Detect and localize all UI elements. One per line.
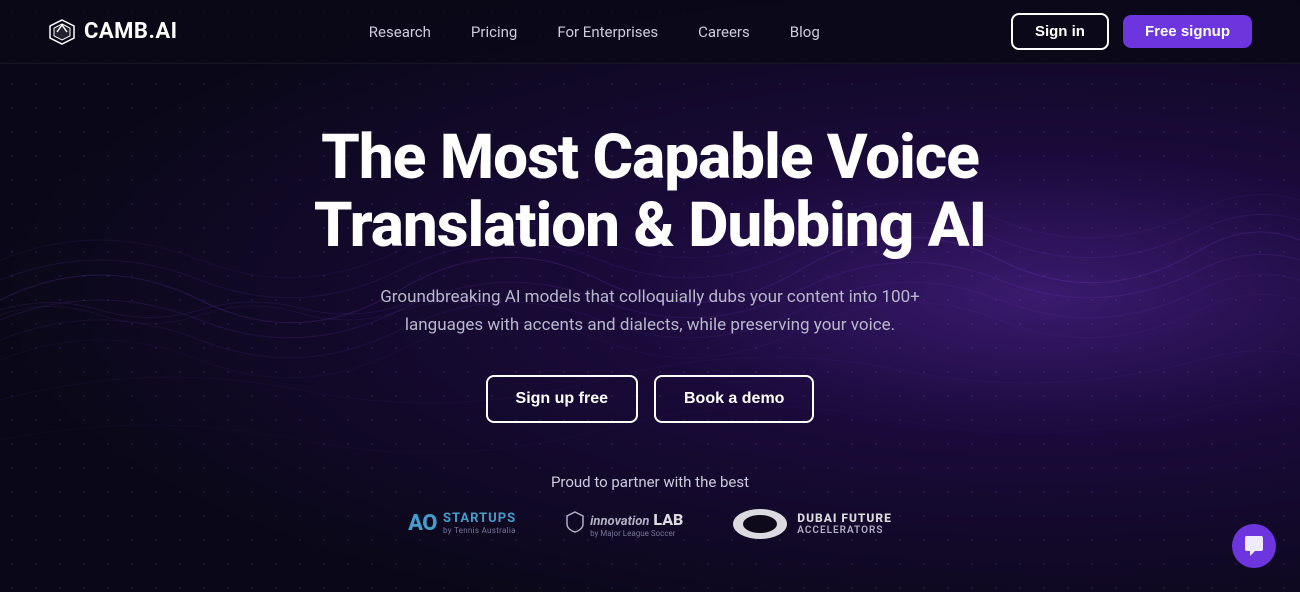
navbar: CAMB.AI Research Pricing For Enterprises… [0,0,1300,64]
chat-widget[interactable] [1232,524,1276,568]
logo[interactable]: CAMB.AI [48,18,178,46]
nav-links: Research Pricing For Enterprises Careers… [369,23,820,41]
innovation-text: innovation LAB by Major League Soccer [590,510,683,538]
innovation-main-text: innovation LAB [590,510,683,529]
ao-startups-logo: AO STARTUPS by Tennis Australia [408,511,516,536]
innovation-sub-text: by Major League Soccer [590,529,683,538]
signin-button[interactable]: Sign in [1011,13,1109,50]
hero-subtitle: Groundbreaking AI models that colloquial… [370,284,930,338]
nav-link-careers[interactable]: Careers [698,23,750,41]
signup-button[interactable]: Free signup [1123,15,1252,48]
ao-sub-text: STARTUPS by Tennis Australia [443,512,516,535]
nav-link-enterprises[interactable]: For Enterprises [557,23,658,41]
dubai-oval-icon [733,509,787,539]
hero-title: The Most Capable Voice Translation & Dub… [314,124,986,260]
ao-text: AO [408,511,437,536]
nav-link-research[interactable]: Research [369,23,431,41]
book-demo-button[interactable]: Book a demo [654,375,814,423]
dubai-sub-text: ACCELERATORS [797,525,892,537]
ao-by-text: by Tennis Australia [443,527,516,536]
dubai-oval-inner [743,515,777,533]
cta-buttons: Sign up free Book a demo [486,375,815,423]
partners-logos: AO STARTUPS by Tennis Australia innovati… [408,509,892,539]
logo-text: CAMB.AI [84,19,178,44]
chat-icon [1243,535,1265,557]
signup-free-button[interactable]: Sign up free [486,375,638,423]
hero-title-line1: The Most Capable Voice [321,121,979,194]
dubai-main-text: DUBAI FUTURE [797,511,892,525]
innovation-lab-logo: innovation LAB by Major League Soccer [566,510,683,538]
hero-title-line2: Translation & Dubbing AI [314,189,986,262]
nav-link-blog[interactable]: Blog [790,23,820,41]
nav-link-pricing[interactable]: Pricing [471,23,517,41]
nav-actions: Sign in Free signup [1011,13,1252,50]
innovation-shield-icon [566,511,584,537]
hero-section: The Most Capable Voice Translation & Dub… [0,64,1300,423]
partners-section: Proud to partner with the best AO STARTU… [0,473,1300,539]
partners-label: Proud to partner with the best [551,473,749,491]
dubai-future-logo: DUBAI FUTURE ACCELERATORS [733,509,892,539]
ao-startups-text: STARTUPS [443,512,516,526]
dubai-text: DUBAI FUTURE ACCELERATORS [797,511,892,537]
logo-icon [48,18,76,46]
